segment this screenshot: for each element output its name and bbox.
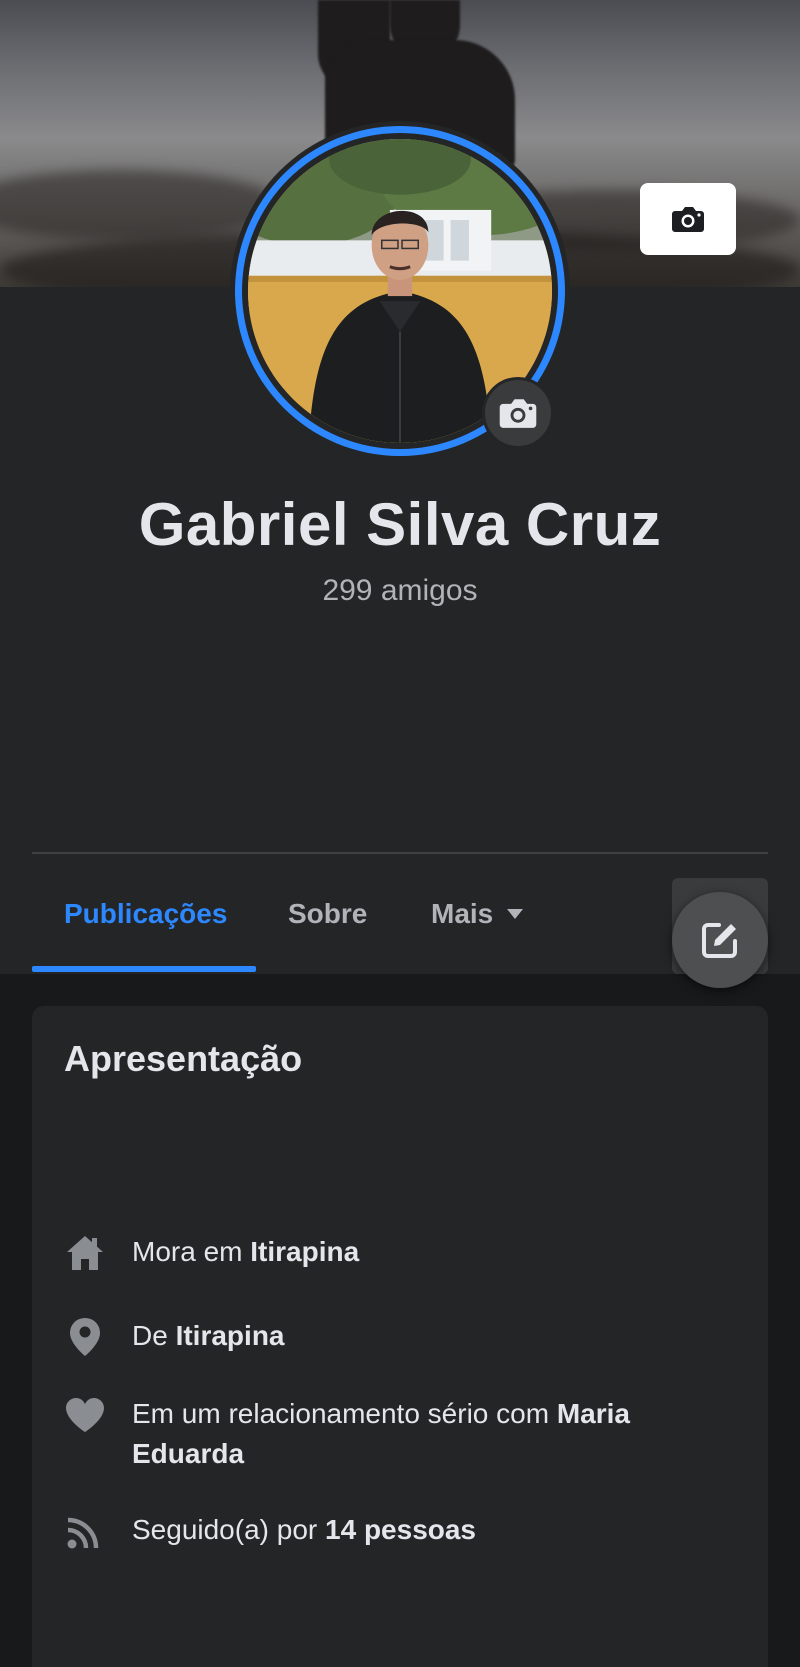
info-label: Mora em [132, 1236, 251, 1267]
info-link-followers[interactable]: 14 pessoas [325, 1514, 476, 1545]
heart-icon [64, 1394, 106, 1436]
edit-post-button[interactable] [672, 892, 768, 988]
location-pin-icon [64, 1316, 106, 1358]
profile-page: Gabriel Silva Cruz 299 amigos Publicaçõe… [0, 0, 800, 1667]
info-label: De [132, 1320, 176, 1351]
caret-down-icon [507, 909, 524, 919]
info-row-followers: Seguido(a) por 14 pessoas [64, 1510, 704, 1552]
intro-title: Apresentação [64, 1038, 303, 1079]
info-label: Seguido(a) por [132, 1514, 326, 1545]
info-row-relationship: Em um relacionamento sério com Maria Edu… [64, 1394, 704, 1474]
home-icon [64, 1232, 106, 1274]
info-row-lives-in: Mora em Itirapina [64, 1232, 704, 1274]
info-label: Em um relacionamento sério com [132, 1398, 557, 1429]
header-divider [32, 852, 768, 854]
friends-count-link[interactable]: 299 amigos [0, 574, 800, 608]
rss-feed-icon [64, 1510, 106, 1552]
active-tab-indicator [32, 966, 256, 972]
tab-mais-label: Mais [431, 898, 494, 929]
info-link-itirapina[interactable]: Itirapina [176, 1320, 285, 1351]
tab-publicacoes[interactable]: Publicações [64, 898, 227, 930]
camera-icon [672, 207, 704, 232]
tab-sobre[interactable]: Sobre [288, 898, 367, 930]
avatar-camera-button[interactable] [482, 377, 554, 449]
edit-icon [702, 923, 737, 958]
info-link-itirapina[interactable]: Itirapina [250, 1236, 359, 1267]
cover-camera-button[interactable] [640, 183, 736, 255]
camera-icon [499, 399, 537, 428]
info-row-from: De Itirapina [64, 1316, 704, 1358]
profile-name: Gabriel Silva Cruz [138, 491, 662, 558]
intro-card: Apresentação Mora em Itirapina De Itirap… [32, 1006, 768, 1667]
tab-mais[interactable]: Mais [431, 898, 524, 930]
